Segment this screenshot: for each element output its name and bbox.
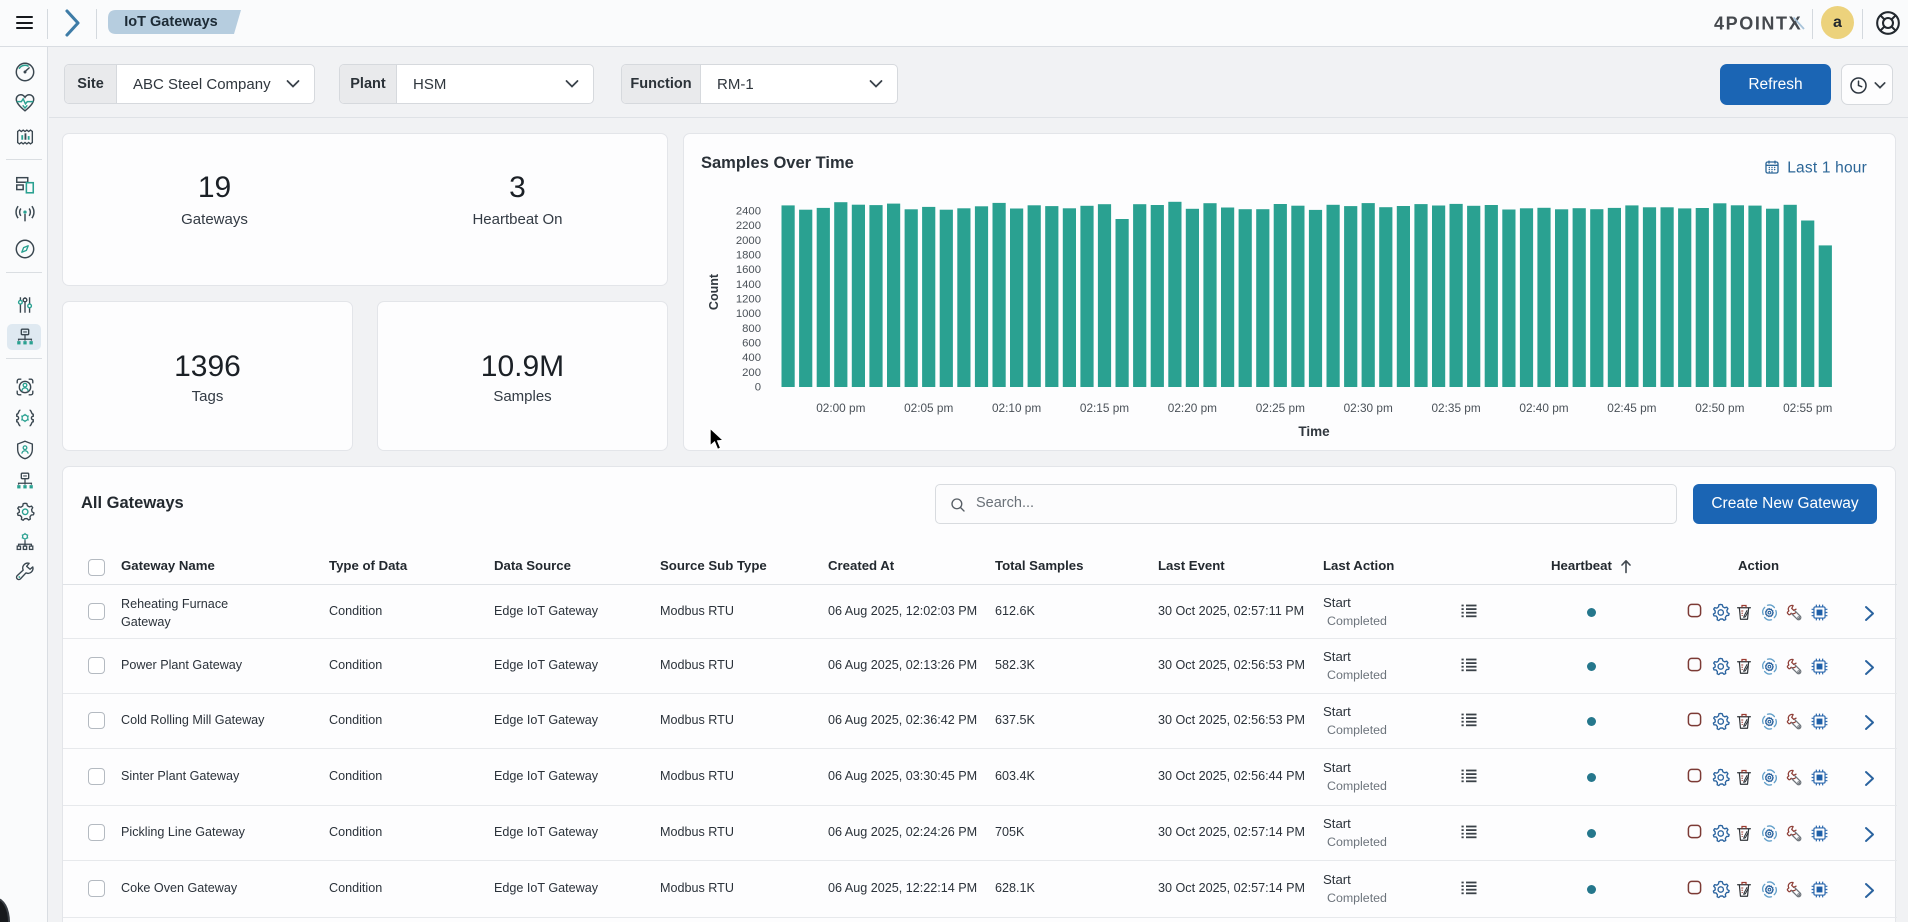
- svg-text:02:10 pm: 02:10 pm: [992, 401, 1041, 415]
- svg-text:1000: 1000: [736, 308, 761, 320]
- svg-text:1400: 1400: [736, 279, 761, 291]
- svg-text:600: 600: [742, 338, 761, 350]
- svg-text:02:00 pm: 02:00 pm: [816, 401, 865, 415]
- svg-text:Count: Count: [707, 273, 721, 310]
- svg-text:2200: 2200: [736, 220, 761, 232]
- svg-text:0: 0: [755, 382, 761, 394]
- svg-text:02:20 pm: 02:20 pm: [1168, 401, 1217, 415]
- svg-text:02:40 pm: 02:40 pm: [1519, 401, 1568, 415]
- svg-text:200: 200: [742, 367, 761, 379]
- svg-text:02:15 pm: 02:15 pm: [1080, 401, 1129, 415]
- svg-text:2000: 2000: [736, 235, 761, 247]
- svg-text:1600: 1600: [736, 264, 761, 276]
- svg-text:02:35 pm: 02:35 pm: [1432, 401, 1481, 415]
- svg-text:02:25 pm: 02:25 pm: [1256, 401, 1305, 415]
- svg-text:02:50 pm: 02:50 pm: [1695, 401, 1744, 415]
- svg-text:02:45 pm: 02:45 pm: [1607, 401, 1656, 415]
- svg-text:4POINTX: 4POINTX: [1714, 14, 1802, 34]
- svg-text:400: 400: [742, 352, 761, 364]
- svg-text:800: 800: [742, 323, 761, 335]
- svg-text:1200: 1200: [736, 294, 761, 306]
- svg-text:2400: 2400: [736, 206, 761, 218]
- svg-text:02:30 pm: 02:30 pm: [1344, 401, 1393, 415]
- svg-text:02:55 pm: 02:55 pm: [1783, 401, 1832, 415]
- svg-text:02:05 pm: 02:05 pm: [904, 401, 953, 415]
- svg-text:Time: Time: [1298, 424, 1330, 439]
- svg-text:1800: 1800: [736, 250, 761, 262]
